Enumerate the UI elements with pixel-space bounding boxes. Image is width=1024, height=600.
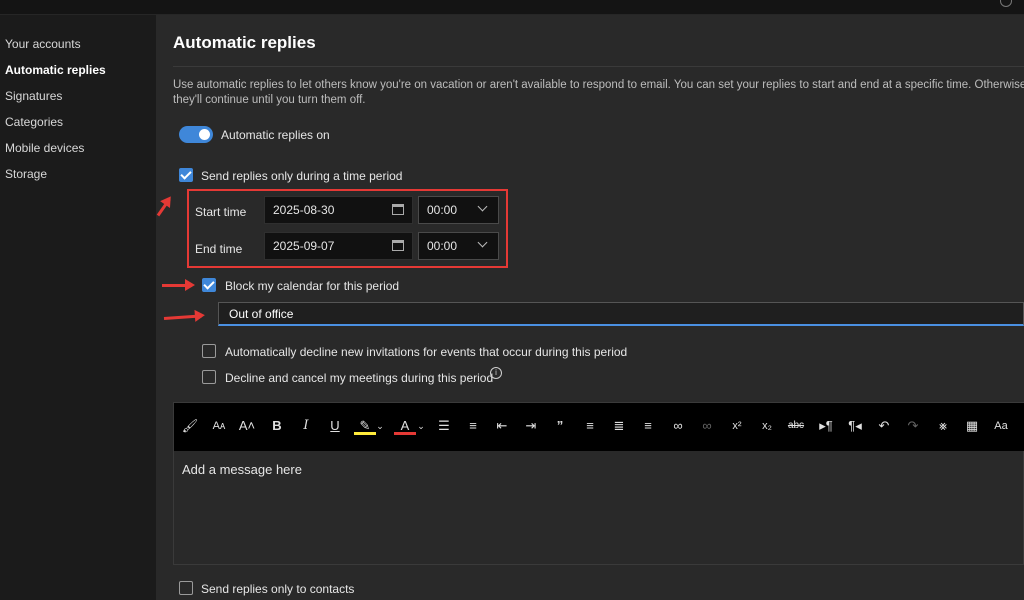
start-time-value: 00:00 <box>427 203 458 217</box>
calendar-icon[interactable] <box>392 240 404 251</box>
rtl-icon[interactable]: ¶◂ <box>844 415 866 437</box>
font-size-icon[interactable]: Aᴀ <box>208 415 230 437</box>
underline-icon[interactable]: U <box>324 415 346 437</box>
end-time-value: 00:00 <box>427 239 458 253</box>
clear-format-icon[interactable]: ⨳ <box>932 415 954 437</box>
sidebar-item-storage[interactable]: Storage <box>5 167 47 181</box>
end-time-select[interactable]: 00:00 <box>418 232 499 260</box>
end-date-value: 2025-09-07 <box>273 239 335 253</box>
contacts-only-label: Send replies only to contacts <box>201 582 355 596</box>
calendar-icon[interactable] <box>392 204 404 215</box>
toggle-knob <box>199 129 210 140</box>
message-placeholder: Add a message here <box>182 462 302 477</box>
divider <box>173 66 1024 67</box>
undo-icon[interactable]: ↶ <box>873 415 895 437</box>
chevron-down-icon <box>477 201 488 212</box>
contacts-only-checkbox[interactable] <box>179 581 193 595</box>
sidebar-item-automatic-replies[interactable]: Automatic replies <box>5 63 106 77</box>
decline-new-label: Automatically decline new invitations fo… <box>225 345 628 359</box>
strikethrough-icon[interactable]: abc <box>785 415 807 437</box>
subscript-icon[interactable]: x₂ <box>756 415 778 437</box>
time-period-label: Send replies only during a time period <box>201 169 403 183</box>
start-date-value: 2025-08-30 <box>273 203 335 217</box>
decrease-indent-icon[interactable]: ⇤ <box>491 415 513 437</box>
automatic-replies-panel: Automatic replies Use automatic replies … <box>156 15 1024 600</box>
block-calendar-label: Block my calendar for this period <box>225 279 400 293</box>
chevron-down-icon[interactable]: ⌄ <box>369 415 391 437</box>
align-right-icon[interactable]: ≡ <box>637 415 659 437</box>
top-bar <box>0 0 1024 15</box>
change-case-icon[interactable]: Aa <box>990 415 1012 437</box>
settings-sidebar: Your accounts Automatic replies Signatur… <box>0 15 156 600</box>
gear-icon[interactable] <box>1000 0 1012 7</box>
sidebar-item-signatures[interactable]: Signatures <box>5 89 62 103</box>
decline-cancel-checkbox[interactable] <box>202 370 216 384</box>
table-icon[interactable]: ▦ <box>961 415 983 437</box>
block-calendar-checkbox[interactable] <box>202 278 216 292</box>
end-time-label: End time <box>195 242 243 256</box>
decline-new-checkbox[interactable] <box>202 344 216 358</box>
numbering-icon[interactable]: ≡ <box>462 415 484 437</box>
align-left-icon[interactable]: ≡ <box>579 415 601 437</box>
chevron-down-icon[interactable]: ⌄ <box>410 415 432 437</box>
event-title-input[interactable]: Out of office <box>218 302 1024 326</box>
info-icon[interactable]: i <box>490 367 502 379</box>
formatting-toolbar: 🖌 Aᴀ A˄ B I U ✎ ⌄ A ⌄ ☰ ≡ ⇤ ⇥ ” ≡ ≣ ≡ ∞ … <box>174 403 1024 451</box>
end-date-input[interactable]: 2025-09-07 <box>264 232 413 260</box>
description-line-2: they'll continue until you turn them off… <box>173 94 366 106</box>
format-painter-icon[interactable]: 🖌 <box>179 415 201 437</box>
redo-icon[interactable]: ↷ <box>902 415 924 437</box>
chevron-down-icon <box>477 237 488 248</box>
italic-icon[interactable]: I <box>295 415 317 437</box>
page-title: Automatic replies <box>173 33 316 52</box>
sidebar-item-your-accounts[interactable]: Your accounts <box>5 37 81 51</box>
sidebar-item-categories[interactable]: Categories <box>5 115 63 129</box>
decline-cancel-label: Decline and cancel my meetings during th… <box>225 371 494 385</box>
font-grow-icon[interactable]: A˄ <box>236 415 258 437</box>
description-line-1: Use automatic replies to let others know… <box>173 79 1024 91</box>
bold-icon[interactable]: B <box>266 415 288 437</box>
annotation-arrow <box>162 279 195 291</box>
description: Use automatic replies to let others know… <box>173 78 1024 108</box>
time-period-checkbox[interactable] <box>179 168 193 182</box>
automatic-replies-toggle[interactable] <box>179 126 213 143</box>
start-time-select[interactable]: 00:00 <box>418 196 499 224</box>
link-icon[interactable]: ∞ <box>667 415 689 437</box>
quote-icon[interactable]: ” <box>549 415 571 437</box>
sidebar-item-mobile-devices[interactable]: Mobile devices <box>5 141 84 155</box>
unlink-icon[interactable]: ∞ <box>696 415 718 437</box>
superscript-icon[interactable]: x² <box>726 415 748 437</box>
ltr-icon[interactable]: ▸¶ <box>815 415 837 437</box>
message-editor[interactable]: 🖌 Aᴀ A˄ B I U ✎ ⌄ A ⌄ ☰ ≡ ⇤ ⇥ ” ≡ ≣ ≡ ∞ … <box>173 402 1024 565</box>
start-date-input[interactable]: 2025-08-30 <box>264 196 413 224</box>
increase-indent-icon[interactable]: ⇥ <box>520 415 542 437</box>
align-center-icon[interactable]: ≣ <box>608 415 630 437</box>
start-time-label: Start time <box>195 205 247 219</box>
bullets-icon[interactable]: ☰ <box>433 415 455 437</box>
automatic-replies-toggle-label: Automatic replies on <box>221 128 330 142</box>
